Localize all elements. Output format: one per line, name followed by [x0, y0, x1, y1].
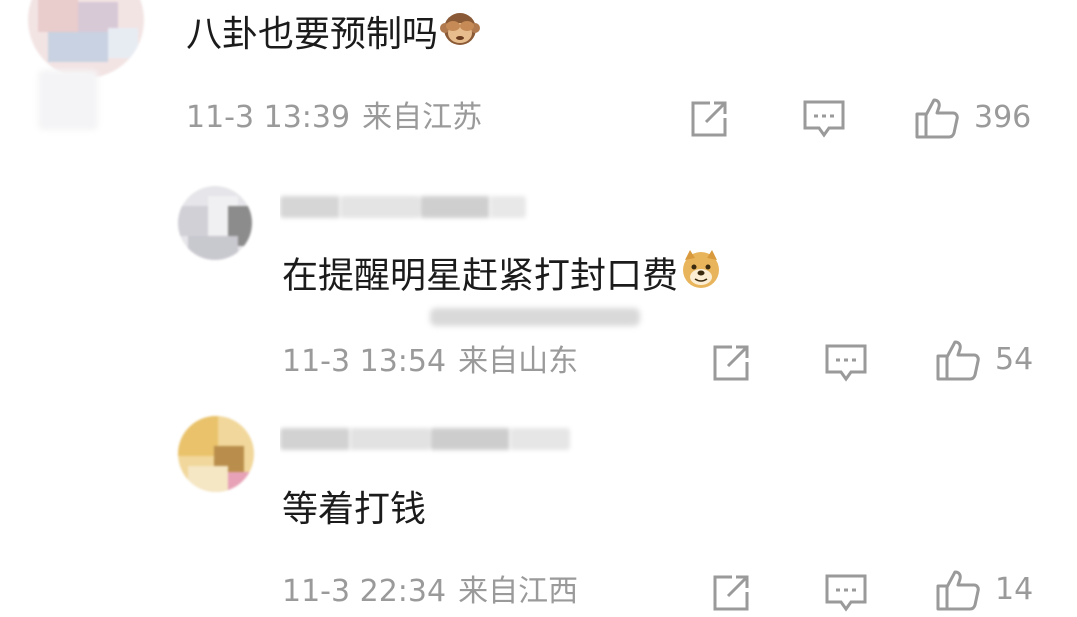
like-count: 14 — [995, 572, 1034, 607]
comment-date: 11-3 13:54 — [282, 344, 447, 379]
avatar[interactable] — [28, 0, 144, 78]
doge-icon — [680, 248, 722, 301]
username[interactable] — [280, 190, 530, 224]
thumbs-up-icon — [914, 96, 960, 140]
share-icon — [710, 342, 752, 384]
comment-item: 八卦也要预制吗 11-3 13:39 来自江苏 396 — [0, 0, 1077, 170]
share-icon — [688, 98, 730, 140]
reply-icon — [802, 98, 846, 140]
like-count: 396 — [974, 100, 1032, 135]
thumbs-up-icon — [935, 338, 981, 382]
see-no-evil-monkey-icon — [440, 8, 481, 59]
avatar[interactable] — [178, 186, 252, 260]
comment-date: 11-3 22:34 — [282, 574, 447, 609]
share-button[interactable] — [710, 342, 752, 384]
comment-text-content: 等着打钱 — [282, 489, 427, 530]
reply-button[interactable] — [824, 572, 868, 614]
comment-text-content: 八卦也要预制吗 — [186, 14, 439, 55]
share-icon — [710, 572, 752, 614]
comment-location: 来自江苏 — [362, 100, 483, 135]
username[interactable] — [280, 422, 580, 456]
comment-location: 来自江西 — [458, 574, 579, 609]
comment-item: 在提醒明星赶紧打封口费 11-3 13:54 来自山东 54 — [0, 180, 1077, 400]
avatar[interactable] — [178, 416, 254, 492]
comment-text: 八卦也要预制吗 — [186, 12, 481, 59]
comment-text-content: 在提醒明星赶紧打封口费 — [282, 255, 679, 297]
share-button[interactable] — [688, 98, 730, 140]
comment-meta: 11-3 13:39 来自江苏 — [186, 98, 482, 138]
like-button[interactable]: 54 — [935, 338, 1033, 382]
like-button[interactable]: 396 — [914, 96, 1031, 140]
reply-button[interactable] — [802, 98, 846, 140]
thumbs-up-icon — [935, 568, 981, 612]
comment-text: 等着打钱 — [282, 488, 426, 532]
reply-button[interactable] — [824, 342, 868, 384]
comment-location: 来自山东 — [458, 344, 579, 379]
comment-date: 11-3 13:39 — [186, 100, 351, 135]
like-button[interactable]: 14 — [935, 568, 1033, 612]
reply-icon — [824, 572, 868, 614]
comment-meta: 11-3 22:34 来自江西 — [282, 572, 578, 612]
comment-text: 在提醒明星赶紧打封口费 — [282, 250, 722, 301]
like-count: 54 — [995, 342, 1034, 377]
comment-meta: 11-3 13:54 来自山东 — [282, 342, 578, 382]
share-button[interactable] — [710, 572, 752, 614]
reply-icon — [824, 342, 868, 384]
comment-item: 等着打钱 11-3 22:34 来自江西 14 — [0, 410, 1077, 617]
